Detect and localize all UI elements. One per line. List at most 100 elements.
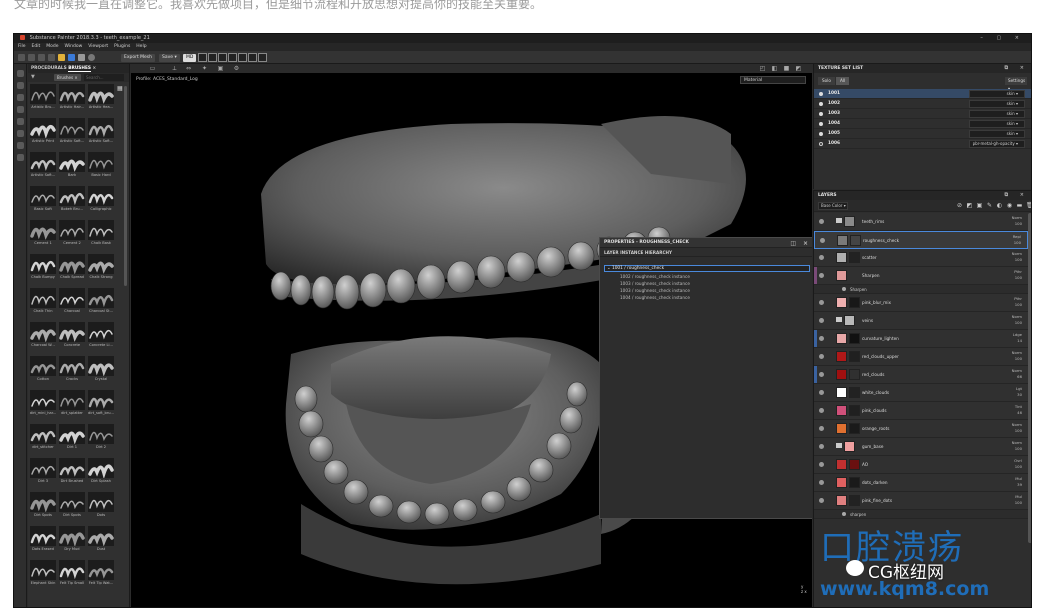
brush-item[interactable]: Charcoal W... bbox=[29, 322, 57, 352]
brush-item[interactable]: Cotton bbox=[29, 356, 57, 386]
smudge-icon[interactable] bbox=[17, 118, 24, 125]
paint-tool-icon[interactable] bbox=[18, 54, 25, 61]
brush-item[interactable]: Bokeh Bru... bbox=[58, 186, 86, 216]
brush-item[interactable]: dirt_mini_har... bbox=[29, 390, 57, 420]
layer-blend-mode[interactable]: Ldge 14 bbox=[1004, 332, 1022, 344]
smudge-tool-icon[interactable] bbox=[58, 54, 65, 61]
visibility-radio-icon[interactable] bbox=[819, 92, 823, 96]
layer-row[interactable]: orange_roots Norm 100 bbox=[814, 420, 1028, 438]
brush-item[interactable]: Artistic Soft... bbox=[29, 152, 57, 182]
layer-blend-mode[interactable]: Norm 100 bbox=[1004, 251, 1022, 263]
menu-item-mode[interactable]: Mode bbox=[46, 44, 58, 49]
float-icon[interactable]: ◫ bbox=[790, 239, 796, 249]
add-material-icon[interactable]: ◉ bbox=[1006, 202, 1013, 209]
brush-item[interactable]: Dots Erased bbox=[29, 526, 57, 556]
brush-item[interactable]: Chalk Thin bbox=[29, 288, 57, 318]
eye-icon[interactable] bbox=[819, 426, 824, 431]
brush-item[interactable]: Concrete Li... bbox=[87, 322, 115, 352]
brush-item[interactable]: Dirt Brushed bbox=[58, 458, 86, 488]
layer-row[interactable]: pink_clouds Tint 46 bbox=[814, 402, 1028, 420]
texture-set-row[interactable]: 1002 skin ▾ bbox=[814, 99, 1031, 109]
visibility-radio-icon[interactable] bbox=[819, 142, 823, 146]
texture-set-row[interactable]: 1004 skin ▾ bbox=[814, 119, 1031, 129]
eye-icon[interactable] bbox=[819, 255, 824, 260]
add-smart-mask-icon[interactable]: ◐ bbox=[996, 202, 1003, 209]
menu-item-plugins[interactable]: Plugins bbox=[114, 44, 130, 49]
layer-row[interactable]: roughness_check Repl 100 bbox=[814, 231, 1028, 249]
brush-item[interactable]: Basic Soft bbox=[29, 186, 57, 216]
projection-tool-icon[interactable] bbox=[38, 54, 45, 61]
layout-cell-7[interactable] bbox=[258, 53, 267, 62]
hierarchy-instance-item[interactable]: 1003 / roughness_check instance bbox=[620, 287, 690, 294]
brush-item[interactable]: Dirt Spots bbox=[29, 492, 57, 522]
erase-tool-icon[interactable] bbox=[28, 54, 35, 61]
brush-item[interactable]: Elephant Skin bbox=[29, 560, 57, 590]
brush-item[interactable]: Dirt Spots bbox=[58, 492, 86, 522]
add-folder-icon[interactable]: ▬ bbox=[1016, 202, 1023, 209]
layer-effect-row[interactable]: sharpen bbox=[814, 510, 1028, 519]
hierarchy-instance-item[interactable]: 1003 / roughness_check instance bbox=[620, 280, 690, 287]
menu-item-viewport[interactable]: Viewport bbox=[88, 44, 108, 49]
fill-tool-icon[interactable] bbox=[48, 54, 55, 61]
layer-row[interactable]: curvature_lighten Ldge 14 bbox=[814, 330, 1028, 348]
brush-item[interactable]: Cement 1 bbox=[29, 220, 57, 250]
texture-set-row[interactable]: 1001 skin ▾ bbox=[814, 89, 1031, 99]
panel-controls-icon[interactable]: ⧉ × bbox=[1004, 64, 1029, 73]
panel-controls-icon[interactable]: ⧉ × bbox=[1004, 191, 1029, 200]
eye-icon[interactable] bbox=[819, 300, 824, 305]
layer-row[interactable]: AO Ovrl 100 bbox=[814, 456, 1028, 474]
shader-select[interactable]: skin ▾ bbox=[969, 90, 1025, 98]
brush-item[interactable]: Artistic Print bbox=[29, 118, 57, 148]
layer-channel-select[interactable]: Base Color ▾ bbox=[818, 202, 848, 210]
layer-row[interactable]: white_clouds Lgt 30 bbox=[814, 384, 1028, 402]
shader-select[interactable]: skin ▾ bbox=[969, 110, 1025, 118]
brush-item[interactable]: Dirt 2 bbox=[87, 424, 115, 454]
layer-blend-mode[interactable]: Repl 100 bbox=[1003, 234, 1021, 246]
color-picker-icon[interactable] bbox=[17, 154, 24, 161]
add-effect-icon[interactable]: ⊘ bbox=[956, 202, 963, 209]
tab-brushes[interactable]: BRUSHES bbox=[68, 66, 92, 72]
picker-tool-icon[interactable] bbox=[78, 54, 85, 61]
menu-item-edit[interactable]: Edit bbox=[32, 44, 41, 49]
brush-item[interactable]: Cement 2 bbox=[58, 220, 86, 250]
add-paint-layer-icon[interactable]: ✎ bbox=[986, 202, 993, 209]
layer-blend-mode[interactable]: Tint 46 bbox=[1004, 404, 1022, 416]
shader-select[interactable]: skin ▾ bbox=[969, 120, 1025, 128]
eye-icon[interactable] bbox=[819, 480, 824, 485]
brush-tool-icon[interactable] bbox=[17, 70, 24, 77]
brush-item[interactable]: Dust bbox=[87, 526, 115, 556]
layer-row[interactable]: pink_blur_mix Pthr 100 bbox=[814, 294, 1028, 312]
brush-item[interactable]: Charcoal St... bbox=[87, 288, 115, 318]
brush-item[interactable]: dirt_stitcher bbox=[29, 424, 57, 454]
mode-md-button[interactable]: MD bbox=[183, 54, 197, 62]
eye-icon[interactable] bbox=[819, 336, 824, 341]
layer-blend-mode[interactable]: Norm 100 bbox=[1004, 440, 1022, 452]
brush-item[interactable]: Dots bbox=[87, 492, 115, 522]
brush-item[interactable]: Dirt 3 bbox=[29, 458, 57, 488]
settings-gear-icon[interactable] bbox=[88, 54, 95, 61]
layout-cell-2[interactable] bbox=[208, 53, 217, 62]
brush-item[interactable]: Artistic Bru... bbox=[29, 84, 57, 114]
layer-blend-mode[interactable]: Norm 100 bbox=[1004, 422, 1022, 434]
hierarchy-instance-item[interactable]: 1004 / roughness_check instance bbox=[620, 294, 690, 301]
texture-set-row[interactable]: 1005 skin ▾ bbox=[814, 129, 1031, 139]
eye-icon[interactable] bbox=[819, 498, 824, 503]
layer-row[interactable]: teeth_rims Norm 100 bbox=[814, 213, 1028, 231]
layer-blend-mode[interactable]: Norm 100 bbox=[1004, 215, 1022, 227]
brush-item[interactable]: Chalk Bumpy bbox=[29, 254, 57, 284]
brush-item[interactable]: Cracks bbox=[58, 356, 86, 386]
layer-row[interactable]: pink_fine_dots Mul 100 bbox=[814, 492, 1028, 510]
visibility-radio-icon[interactable] bbox=[819, 112, 823, 116]
layer-row[interactable]: scatter Norm 100 bbox=[814, 249, 1028, 267]
export-mesh-button[interactable]: Export Mesh bbox=[121, 54, 156, 62]
shader-select[interactable]: pbr-metal-gh-opacity ▾ bbox=[969, 140, 1025, 148]
brush-item[interactable]: Felt Tip Small bbox=[58, 560, 86, 590]
geometry-mask-icon[interactable] bbox=[17, 106, 24, 113]
layout-cell-1[interactable] bbox=[198, 53, 207, 62]
tab-procedurals[interactable]: PROCEDURALS bbox=[31, 66, 67, 71]
tab-solo[interactable]: Solo bbox=[818, 77, 835, 85]
eye-icon[interactable] bbox=[819, 462, 824, 467]
brush-item[interactable]: Charcoal bbox=[58, 288, 86, 318]
brush-item[interactable]: Chalk Bask bbox=[87, 220, 115, 250]
eye-icon[interactable] bbox=[819, 318, 824, 323]
